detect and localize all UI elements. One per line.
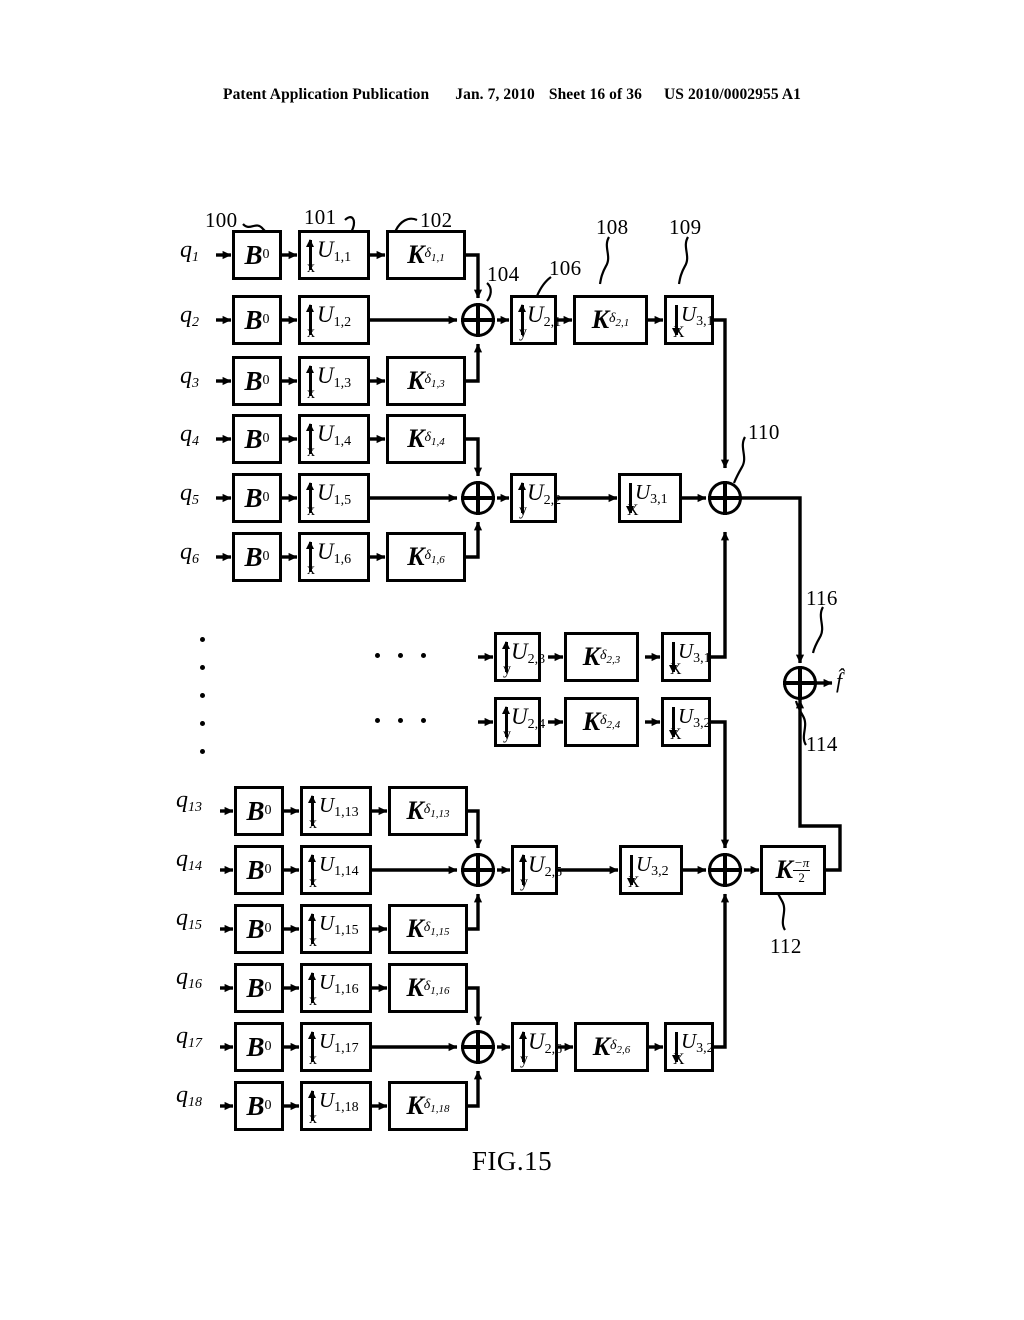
reference-numeral-112: 112: [770, 934, 802, 958]
stage1-u-block-1-15[interactable]: U1,15 x: [300, 904, 372, 954]
reference-numeral-101: 101: [304, 205, 337, 229]
beamformer-block-q3[interactable]: B0: [232, 356, 282, 406]
stage1-u-block-1-1[interactable]: U1,1 x: [298, 230, 370, 280]
input-label-q6: q6: [180, 539, 199, 568]
stage1-u-block-1-17[interactable]: U1,17 x: [300, 1022, 372, 1072]
beamformer-block-q2[interactable]: B0: [232, 295, 282, 345]
input-label-q16: q16: [176, 964, 202, 993]
stage3-u-block-group4[interactable]: U3,2 x: [664, 1022, 714, 1072]
beamformer-block-q14[interactable]: B0: [234, 845, 284, 895]
stage1-k-block-1-18[interactable]: Kδ1,18: [388, 1081, 468, 1131]
input-label-q17: q17: [176, 1023, 202, 1052]
summing-junction-104[interactable]: [460, 302, 495, 337]
stage2-k-block-2-1[interactable]: Kδ2,1: [573, 295, 648, 345]
stage2-u-block-2-5[interactable]: U2,5 y: [511, 845, 562, 895]
stage1-u-block-1-5[interactable]: U1,5 x: [298, 473, 370, 523]
reference-numeral-110: 110: [748, 420, 780, 444]
reference-numeral-102: 102: [420, 208, 453, 232]
beamformer-block-q5[interactable]: B0: [232, 473, 282, 523]
stage2-u-block-2-1[interactable]: U2,1 y: [510, 295, 561, 345]
stage1-k-block-1-3[interactable]: Kδ1,3: [386, 356, 466, 406]
stage1-k-block-1-1[interactable]: Kδ1,1: [386, 230, 466, 280]
beamformer-block-q18[interactable]: B0: [234, 1081, 284, 1131]
stage1-k-block-1-16[interactable]: Kδ1,16: [388, 963, 468, 1013]
stage3-u-block-ellipsis-2[interactable]: U3,2 x: [661, 697, 711, 747]
reference-numeral-106: 106: [549, 256, 582, 280]
summing-junction-group3[interactable]: [460, 852, 495, 887]
stage1-k-block-1-13[interactable]: Kδ1,13: [388, 786, 468, 836]
stage2-u-block-2-6[interactable]: U2,6 y: [511, 1022, 562, 1072]
beamformer-block-q6[interactable]: B0: [232, 532, 282, 582]
beamformer-block-q17[interactable]: B0: [234, 1022, 284, 1072]
stage1-u-block-1-4[interactable]: U1,4 x: [298, 414, 370, 464]
summing-junction-110[interactable]: [707, 480, 742, 515]
reference-numeral-114: 114: [806, 732, 838, 756]
summing-junction-group2[interactable]: [460, 480, 495, 515]
reference-numeral-100: 100: [205, 208, 238, 232]
stage1-u-block-1-6[interactable]: U1,6 x: [298, 532, 370, 582]
beamformer-block-q13[interactable]: B0: [234, 786, 284, 836]
reference-numeral-109: 109: [669, 215, 702, 239]
input-label-q4: q4: [180, 421, 199, 450]
output-label-fhat: f̂: [836, 668, 843, 693]
beamformer-block-q4[interactable]: B0: [232, 414, 282, 464]
phase-fraction: −π 2: [793, 854, 811, 885]
stage2-k-block-2-3[interactable]: Kδ2,3: [564, 632, 639, 682]
figure-caption: FIG.15: [471, 1146, 553, 1176]
beamformer-block-q15[interactable]: B0: [234, 904, 284, 954]
stage1-u-block-1-2[interactable]: U1,2 x: [298, 295, 370, 345]
stage3-u-block-group3[interactable]: U3,2 x: [619, 845, 683, 895]
input-label-q1: q1: [180, 237, 199, 266]
stage1-u-block-1-13[interactable]: U1,13 x: [300, 786, 372, 836]
stage1-k-block-1-15[interactable]: Kδ1,15: [388, 904, 468, 954]
stage1-u-block-1-14[interactable]: U1,14 x: [300, 845, 372, 895]
input-label-q15: q15: [176, 905, 202, 934]
input-label-q13: q13: [176, 787, 202, 816]
stage1-k-block-1-4[interactable]: Kδ1,4: [386, 414, 466, 464]
reference-numeral-116: 116: [806, 586, 838, 610]
input-label-q5: q5: [180, 480, 199, 509]
beamformer-block-q1[interactable]: B0: [232, 230, 282, 280]
reference-numeral-104: 104: [487, 262, 520, 286]
stage1-u-block-1-3[interactable]: U1,3 x: [298, 356, 370, 406]
summing-junction-lower[interactable]: [707, 852, 742, 887]
input-label-q18: q18: [176, 1082, 202, 1111]
summing-junction-116[interactable]: [782, 665, 817, 700]
stage2-k-block-2-4[interactable]: Kδ2,4: [564, 697, 639, 747]
stage2-u-block-2-2[interactable]: U2,2 y: [510, 473, 561, 523]
stage2-k-block-2-6[interactable]: Kδ2,6: [574, 1022, 649, 1072]
stage1-u-block-1-16[interactable]: U1,16 x: [300, 963, 372, 1013]
stage2-u-block-2-4[interactable]: U2,4 y: [494, 697, 545, 747]
input-label-q14: q14: [176, 846, 202, 875]
input-label-q3: q3: [180, 363, 199, 392]
summing-junction-group4[interactable]: [460, 1029, 495, 1064]
stage3-u-block-top[interactable]: U3,1 x: [664, 295, 714, 345]
stage1-k-block-1-6[interactable]: Kδ1,6: [386, 532, 466, 582]
stage1-u-block-1-18[interactable]: U1,18 x: [300, 1081, 372, 1131]
stage3-u-block-group2[interactable]: U3,1 x: [618, 473, 682, 523]
phase-shift-block-112[interactable]: K −π 2: [760, 845, 826, 895]
beamformer-block-q16[interactable]: B0: [234, 963, 284, 1013]
stage3-u-block-ellipsis-1[interactable]: U3,1 x: [661, 632, 711, 682]
input-label-q2: q2: [180, 302, 199, 331]
stage2-u-block-2-3[interactable]: U2,3 y: [494, 632, 545, 682]
reference-numeral-108: 108: [596, 215, 629, 239]
